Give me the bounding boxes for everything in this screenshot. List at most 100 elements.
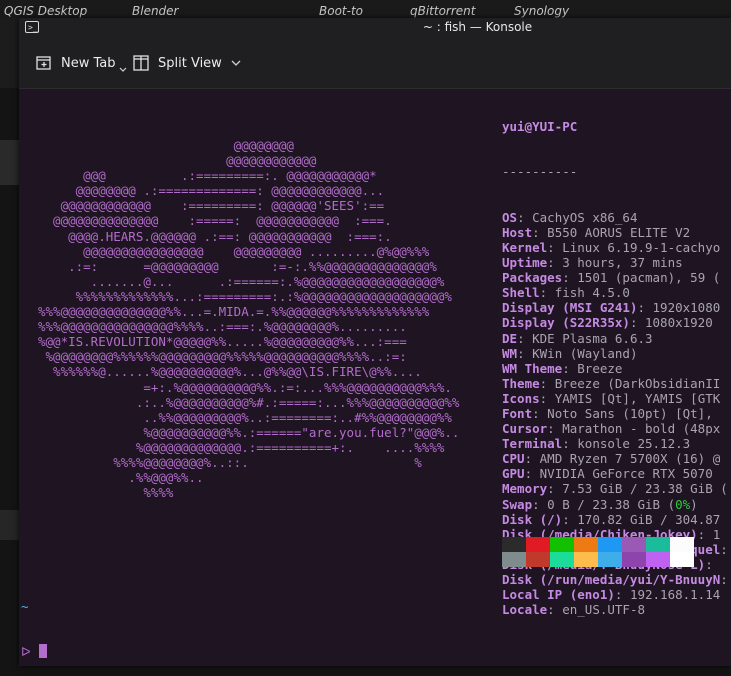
info-value: AMD Ryzen 7 5700X (16) @ bbox=[539, 451, 721, 467]
split-view-label: Split View bbox=[158, 55, 222, 71]
logo-line: @@@ .:=========:. @@@@@@@@@@@* bbox=[38, 168, 377, 184]
info-key: Font bbox=[502, 405, 533, 421]
split-view-icon bbox=[133, 55, 149, 71]
info-value: B550 AORUS ELITE V2 bbox=[547, 224, 691, 240]
info-key: WM Theme bbox=[502, 360, 563, 376]
info-value: konsole 25.12.3 bbox=[577, 436, 691, 452]
info-row: Shell: fish 4.5.0 bbox=[502, 285, 630, 301]
new-tab-label: New Tab bbox=[61, 55, 116, 71]
text-cursor bbox=[38, 644, 47, 659]
taskbar-item-qbittorrent[interactable]: qBittorrent bbox=[410, 0, 490, 18]
info-value: Breeze bbox=[577, 360, 623, 376]
logo-line: .......@... .:======:.%@@@@@@@@@@@@@@@@@… bbox=[38, 273, 445, 289]
info-row: Locale: en_US.UTF-8 bbox=[502, 602, 646, 618]
info-row: Host: B550 AORUS ELITE V2 bbox=[502, 224, 691, 240]
palette-swatch bbox=[574, 537, 598, 552]
new-tab-button[interactable]: New Tab bbox=[35, 50, 128, 76]
taskbar-item-boot-to[interactable]: Boot-to bbox=[319, 0, 369, 18]
logo-line: @@@@@@@@ bbox=[38, 138, 294, 153]
palette-swatch bbox=[550, 537, 574, 552]
info-row: Cursor: Marathon - bold (48px bbox=[502, 421, 721, 437]
info-key: GPU bbox=[502, 466, 525, 482]
logo-line: %@@@@@@@@%%%%%%@@@@@@@@@%%%%%@@@@@@@@@@%… bbox=[38, 349, 407, 365]
info-value: KDE Plasma 6.6.3 bbox=[532, 330, 653, 346]
taskbar: QGIS Desktop Blender Boot-to qBittorrent… bbox=[0, 0, 731, 18]
toolbar: New Tab Split View bbox=[19, 40, 731, 89]
info-value: 1080x1920 bbox=[645, 315, 713, 331]
logo-line: %%%%%%%%%%%%%...:=========:.:%@@@@@@@@@@… bbox=[38, 288, 452, 304]
info-row: WM Theme: Breeze bbox=[502, 360, 623, 376]
prompt[interactable]: ~ ᐅ bbox=[21, 569, 66, 666]
info-key: Theme bbox=[502, 375, 540, 391]
palette-swatch bbox=[622, 552, 646, 567]
info-row: DE: KDE Plasma 6.6.3 bbox=[502, 330, 653, 346]
info-row: OS: CachyOS x86_64 bbox=[502, 209, 638, 225]
info-key: Display (S22R35x) bbox=[502, 315, 630, 331]
taskbar-item-qgis[interactable]: QGIS Desktop bbox=[4, 0, 104, 18]
logo-line: %%%% bbox=[38, 485, 174, 501]
logo-line: %%%@@@@@@@@@@@@@@%%...=.MIDA.=.%%@@@@@@%… bbox=[38, 304, 430, 320]
color-palette bbox=[502, 537, 694, 567]
info-value: 1 bbox=[712, 526, 721, 542]
info-row: Icons: YAMIS [Qt], YAMIS [GTK bbox=[502, 390, 721, 406]
info-key: Icons bbox=[502, 390, 540, 406]
info-key: Kernel bbox=[502, 239, 548, 255]
info-row: Theme: Breeze (DarkObsidianII bbox=[502, 375, 721, 391]
split-view-button[interactable]: Split View bbox=[132, 50, 250, 76]
info-row: Display (S22R35x): 1080x1920 bbox=[502, 315, 713, 331]
background-window bbox=[0, 510, 19, 540]
info-value: 1501 (pacman), 59 ( bbox=[577, 270, 721, 286]
info-value: 192.168.1.14 bbox=[629, 587, 721, 603]
info-key: Disk (/) bbox=[502, 511, 563, 527]
logo-line: .:=: =@@@@@@@@@ :=-:.%%@@@@@@@@@@@@@@% bbox=[38, 258, 437, 274]
logo-line: @@@@@@@@@@@@@@@@ @@@@@@@@@ .........@%@@… bbox=[38, 243, 430, 259]
info-value: Noto Sans (10pt) [Qt], bbox=[547, 405, 713, 421]
info-key: Display (MSI G241) bbox=[502, 300, 638, 316]
info-row: CPU: AMD Ryzen 7 5700X (16) @ bbox=[502, 451, 721, 467]
info-key: Locale bbox=[502, 602, 548, 618]
logo-line: %%%%@@@@@@@@%..::. % bbox=[38, 454, 422, 470]
info-row: GPU: NVIDIA GeForce RTX 5070 bbox=[502, 466, 713, 482]
konsole-window: >_ ~ : fish — Konsole New Tab Split View bbox=[19, 18, 731, 666]
logo-line: @@@@@@@@ .:=============: @@@@@@@@@@@@..… bbox=[38, 183, 385, 199]
info-value: YAMIS [Qt], YAMIS [GTK bbox=[554, 390, 721, 406]
background-window bbox=[0, 140, 19, 185]
info-key: WM bbox=[502, 345, 518, 361]
info-value: Marathon - bold (48px bbox=[562, 421, 721, 437]
swap-percent: 0% bbox=[675, 496, 691, 512]
info-row: WM: KWin (Wayland) bbox=[502, 345, 638, 361]
info-value: 7.53 GiB / 23.38 GiB ( bbox=[562, 481, 728, 497]
info-row: Font: Noto Sans (10pt) [Qt], bbox=[502, 405, 713, 421]
background-window bbox=[0, 18, 19, 88]
separator: ---------- bbox=[502, 164, 578, 180]
info-value: KWin (Wayland) bbox=[532, 345, 638, 361]
info-value: NVIDIA GeForce RTX 5070 bbox=[539, 466, 713, 482]
taskbar-item-synology[interactable]: Synology bbox=[514, 0, 584, 18]
logo-line: .%%@@@%%.. bbox=[38, 470, 204, 486]
palette-swatch bbox=[550, 552, 574, 567]
logo-line: @@@@.HEARS.@@@@@@ .:==: @@@@@@@@@@@ :===… bbox=[38, 228, 392, 244]
logo-line: %%%%%%@......%@@@@@@@@@@%...@%%@@\IS.FIR… bbox=[38, 364, 422, 380]
logo-line: @@@@@@@@@@@@ bbox=[38, 153, 317, 169]
fastfetch-logo: @@@@@@@@ @@@@@@@@@@@@ @@@ .:=========:. … bbox=[38, 138, 459, 500]
logo-line: %@@@@@@@@@@@@@.:==========+:. ....%%%% bbox=[38, 439, 445, 455]
info-row: Terminal: konsole 25.12.3 bbox=[502, 436, 691, 452]
logo-line: @@@@@@@@@@@@@@ :=====: @@@@@@@@@@@ :===. bbox=[38, 213, 392, 229]
new-tab-icon bbox=[36, 56, 51, 70]
info-row: Display (MSI G241): 1920x1080 bbox=[502, 300, 721, 316]
info-row: Kernel: Linux 6.19.9-1-cachyo bbox=[502, 239, 721, 255]
palette-swatch bbox=[526, 537, 550, 552]
logo-line: =+:.%@@@@@@@@@@%%.:=:...%%%@@@@@@@@@@%%%… bbox=[38, 379, 452, 395]
info-row: Packages: 1501 (pacman), 59 ( bbox=[502, 270, 721, 286]
prompt-cwd: ~ bbox=[21, 599, 29, 615]
title-bar[interactable]: >_ ~ : fish — Konsole bbox=[19, 18, 731, 40]
user-host: yui@YUI-PC bbox=[502, 119, 578, 135]
logo-line: ..%%@@@@@@@@@%..:========:..#%%@@@@@@@@%… bbox=[38, 409, 452, 425]
chevron-down-icon bbox=[119, 67, 126, 72]
info-key: Shell bbox=[502, 285, 540, 301]
terminal-view[interactable]: @@@@@@@@ @@@@@@@@@@@@ @@@ .:=========:. … bbox=[19, 89, 731, 666]
logo-line: %%%@@@@@@@@@@@@@@@%%%%..:===:.%@@@@@@@@%… bbox=[38, 319, 407, 335]
taskbar-item-blender[interactable]: Blender bbox=[132, 0, 192, 18]
palette-swatch bbox=[670, 537, 694, 552]
info-key: Local IP (eno1) bbox=[502, 587, 615, 603]
